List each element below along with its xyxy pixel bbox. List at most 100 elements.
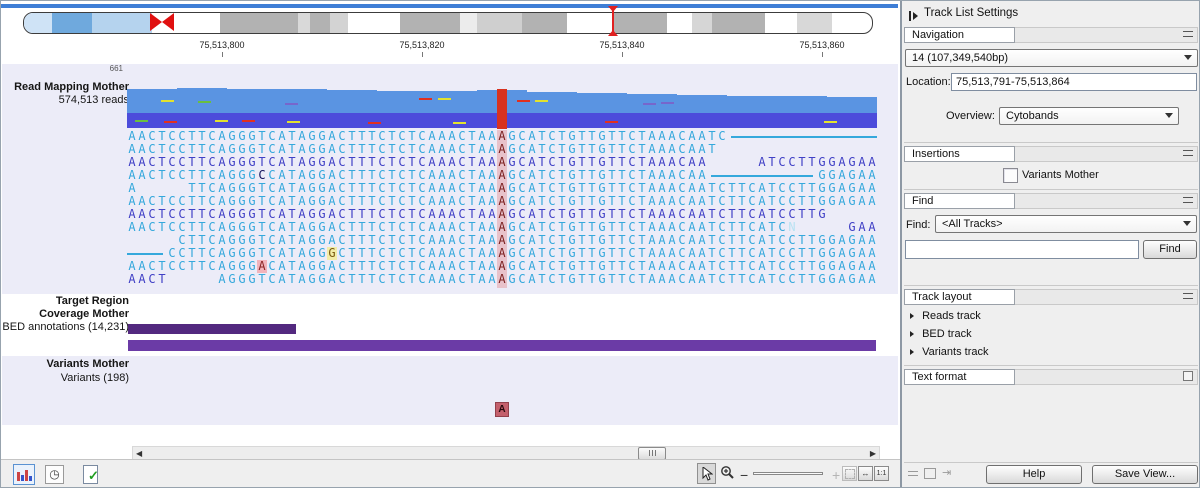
zoom-slider[interactable] [753,472,823,475]
read-base: C [717,130,727,143]
section-divider [904,365,1198,366]
track-layout-section-header[interactable]: Track layout [904,289,1198,305]
dock-panel-icon[interactable]: ⇥ [942,466,951,479]
read-base: C [177,260,187,273]
magnifier-plus-icon [720,465,735,481]
chromosome-select[interactable]: 14 (107,349,540bp) [905,49,1198,67]
mismatch-dash [438,98,451,100]
track-layout-item-variants[interactable]: Variants track [910,346,989,358]
mismatch-dash [287,121,300,123]
section-divider [904,189,1198,190]
section-divider [904,142,1198,143]
history-view-icon[interactable]: ◷ [45,465,64,484]
zoom-in-button[interactable]: + [832,467,840,483]
track-list-view-icon[interactable] [13,464,35,485]
read-base: A [437,273,447,286]
zoom-tool[interactable] [718,463,737,484]
read-base: A [127,221,137,234]
selection-cursor-tool[interactable] [697,463,716,484]
zoom-to-selection-button[interactable] [842,466,857,481]
variant-marker[interactable]: A [495,402,509,417]
read-base: A [427,273,437,286]
scroll-right-arrow-icon[interactable]: ▶ [870,448,876,459]
find-section-header[interactable]: Find [904,193,1198,209]
read-base: A [867,273,877,286]
element-info-view-icon[interactable]: ✓ [81,464,101,485]
fit-width-button[interactable]: ↔ [858,466,873,481]
expand-arrow-icon [910,313,914,319]
selection-box-icon [845,469,855,479]
read-base: G [817,208,827,221]
read-base: T [797,208,807,221]
cytoband [400,13,460,33]
scroll-left-arrow-icon[interactable]: ◀ [136,448,142,459]
cytoband [460,13,477,33]
location-input[interactable]: 75,513,791-75,513,864 [951,73,1197,91]
find-scope-select[interactable]: <All Tracks> [935,215,1197,233]
expand-all-icon[interactable] [924,468,936,479]
mismatch-dash [643,103,656,105]
read-base: A [487,273,497,286]
overview-select[interactable]: Cytobands [999,107,1179,125]
chevron-down-icon [1183,221,1191,226]
read-base: A [527,273,537,286]
read-base: G [317,273,327,286]
read-base: A [837,273,847,286]
help-button[interactable]: Help [986,465,1082,484]
read-base: C [167,221,177,234]
collapse-section-icon[interactable] [1183,293,1193,299]
read-base: C [777,273,787,286]
read-base: G [827,273,837,286]
panel-title: Track List Settings [924,7,1018,19]
genome-browser-window: 661 Read Mapping Mother 574,513 reads AA… [0,0,1200,488]
text-format-section-header[interactable]: Text format [904,369,1198,385]
variants-mother-checkbox[interactable] [1003,168,1018,183]
mismatch-dash [198,101,211,103]
track-layout-item-bed[interactable]: BED track [910,328,972,340]
panel-collapse-icon[interactable] [909,7,918,25]
read-base: C [177,169,187,182]
read-base: T [707,143,717,156]
read-base: A [687,273,697,286]
find-button[interactable]: Find [1143,240,1197,259]
find-query-input[interactable] [905,240,1139,259]
variants-track-title: Variants Mother [1,358,129,370]
cytoband [52,13,92,33]
track-layout-item-reads[interactable]: Reads track [910,310,981,322]
read-base: A [137,221,147,234]
zoom-out-button[interactable]: − [740,467,748,483]
paired-read-connector [711,175,813,177]
insertions-section-header[interactable]: Insertions [904,146,1198,162]
cytoband [220,13,298,33]
read-base: C [677,273,687,286]
read-base: T [197,260,207,273]
bed-track-title-line1: Target Region [1,295,129,307]
ruler-tick [622,52,623,57]
read-base: G [847,273,857,286]
coverage-forward [727,96,777,113]
expand-section-icon[interactable] [1183,371,1193,381]
ruler-tick-label: 75,513,800 [199,40,244,50]
zoom-100-button[interactable]: 1:1 [874,466,889,481]
coverage-forward [327,90,377,113]
expand-arrow-icon [910,349,914,355]
cursor-arrow-icon [701,467,713,481]
ruler-tick [822,52,823,57]
collapse-section-icon[interactable] [1183,197,1193,203]
mismatch-dash [517,100,530,102]
chromosome-ideogram[interactable] [23,12,873,34]
read-base: C [547,273,557,286]
read-base: G [237,273,247,286]
coverage-max-label: 661 [1,64,123,73]
collapse-section-icon[interactable] [1183,150,1193,156]
save-view-button[interactable]: Save View... [1092,465,1198,484]
collapse-section-icon[interactable] [1183,31,1193,37]
navigation-section-header[interactable]: Navigation [904,27,1198,43]
overview-label: Overview: [946,110,995,122]
read-base: A [217,273,227,286]
read-base: A [857,195,867,208]
cytoband [692,13,712,33]
collapse-all-icon[interactable] [908,471,918,476]
read-base: T [157,221,167,234]
cytoband [477,13,522,33]
